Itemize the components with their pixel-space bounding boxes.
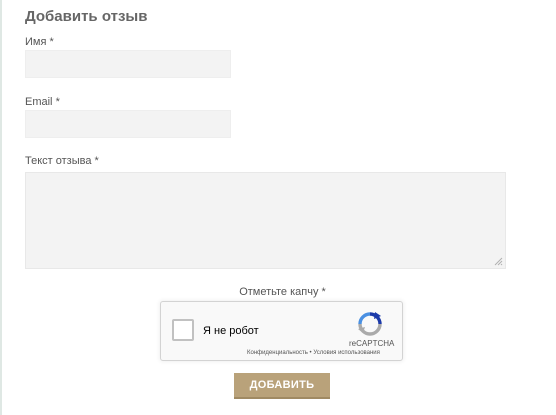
captcha-label: Отметьте капчу * <box>239 286 326 298</box>
required-mark: * <box>55 96 60 108</box>
required-mark: * <box>49 36 54 48</box>
name-label-text: Имя <box>25 36 47 48</box>
name-input[interactable] <box>25 50 231 78</box>
recaptcha-logo-icon <box>358 312 382 336</box>
review-text-label-text: Текст отзыва <box>25 155 92 167</box>
privacy-link[interactable]: Конфиденциальность <box>247 350 308 356</box>
form-title: Добавить отзыв <box>25 8 148 25</box>
email-label: Email * <box>25 96 60 108</box>
required-mark: * <box>94 155 99 167</box>
recaptcha-checkbox[interactable] <box>172 319 194 341</box>
email-label-text: Email <box>25 96 53 108</box>
recaptcha-brand: reCAPTCHA <box>349 339 395 348</box>
recaptcha-widget: Я не робот reCAPTCHA Конфиденциальность … <box>160 301 403 361</box>
review-textarea[interactable] <box>25 172 506 269</box>
left-border-divider <box>0 0 2 415</box>
submit-button[interactable]: ДОБАВИТЬ <box>234 373 330 399</box>
terms-link[interactable]: Условия использования <box>313 350 380 356</box>
resize-handle-icon[interactable] <box>493 256 503 266</box>
recaptcha-checkbox-label: Я не робот <box>203 325 259 337</box>
email-input[interactable] <box>25 110 231 138</box>
recaptcha-links: Конфиденциальность • Условия использован… <box>247 350 380 356</box>
name-label: Имя * <box>25 36 54 48</box>
review-text-label: Текст отзыва * <box>25 155 99 167</box>
